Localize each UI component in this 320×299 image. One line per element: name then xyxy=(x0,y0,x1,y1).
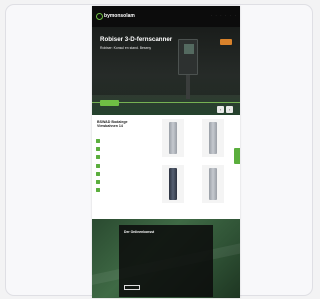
check-icon xyxy=(96,171,100,176)
scanner-device-image xyxy=(177,39,199,99)
top-navigation: bymonsolam · · · · · · xyxy=(92,6,240,27)
check-icon xyxy=(96,147,100,152)
check-icon xyxy=(96,163,100,168)
feature-item xyxy=(96,188,148,193)
site-logo[interactable]: bymonsolam xyxy=(96,12,135,21)
feature-item xyxy=(96,147,148,152)
nav-link[interactable]: · xyxy=(211,14,212,18)
check-icon xyxy=(96,188,100,193)
product-image xyxy=(209,168,217,200)
nav-link[interactable]: · xyxy=(235,14,236,18)
feature-item xyxy=(96,163,148,168)
info-section: Der Onlinenkonsst xyxy=(92,219,240,298)
nav-link[interactable]: · xyxy=(216,14,217,18)
side-feedback-tab[interactable] xyxy=(234,148,240,164)
check-icon xyxy=(96,155,100,160)
hero-badge-button[interactable] xyxy=(220,39,232,45)
nav-link[interactable]: · xyxy=(230,14,231,18)
product-image xyxy=(169,122,177,154)
feature-list xyxy=(96,139,148,196)
logo-ring-icon xyxy=(96,13,103,20)
nav-links: · · · · · · xyxy=(211,14,236,18)
hero-subtitle: Robiser: Konsul en stand. Beseny xyxy=(100,46,152,50)
feature-item xyxy=(96,179,148,184)
products-section: BSWAD Bodalege Viewbahnen 14 xyxy=(92,115,240,219)
info-panel: Der Onlinenkonsst xyxy=(119,225,213,297)
products-title: BSWAD Bodalege Viewbahnen 14 xyxy=(97,120,128,129)
device-panel xyxy=(178,39,198,75)
product-card[interactable] xyxy=(162,119,184,157)
device-screen xyxy=(184,44,194,54)
chevron-right-icon[interactable]: › xyxy=(226,106,233,113)
nav-link[interactable]: · xyxy=(221,14,222,18)
hero-title: Robiser 3-D-fernscanner xyxy=(100,36,173,43)
nav-link[interactable]: · xyxy=(225,14,226,18)
website-preview[interactable]: bymonsolam · · · · · · Robiser 3-D-ferns… xyxy=(92,6,240,298)
feature-item xyxy=(96,155,148,160)
feature-item xyxy=(96,171,148,176)
logo-text: ymonsolam xyxy=(107,13,135,19)
product-card[interactable] xyxy=(202,119,224,157)
feature-item xyxy=(96,139,148,143)
info-more-button[interactable] xyxy=(124,285,140,290)
info-title: Der Onlinenkonsst xyxy=(124,230,155,234)
chevron-left-icon[interactable]: ‹ xyxy=(217,106,224,113)
product-image xyxy=(209,122,217,154)
hero-carousel-controls: ‹ › xyxy=(217,106,233,113)
check-icon xyxy=(96,139,100,143)
hero-cta-button[interactable] xyxy=(100,100,119,106)
product-card[interactable] xyxy=(202,165,224,203)
product-card[interactable] xyxy=(162,165,184,203)
product-image xyxy=(169,168,177,200)
hero-banner: Robiser 3-D-fernscanner Robiser: Konsul … xyxy=(92,27,240,115)
check-icon xyxy=(96,179,100,184)
